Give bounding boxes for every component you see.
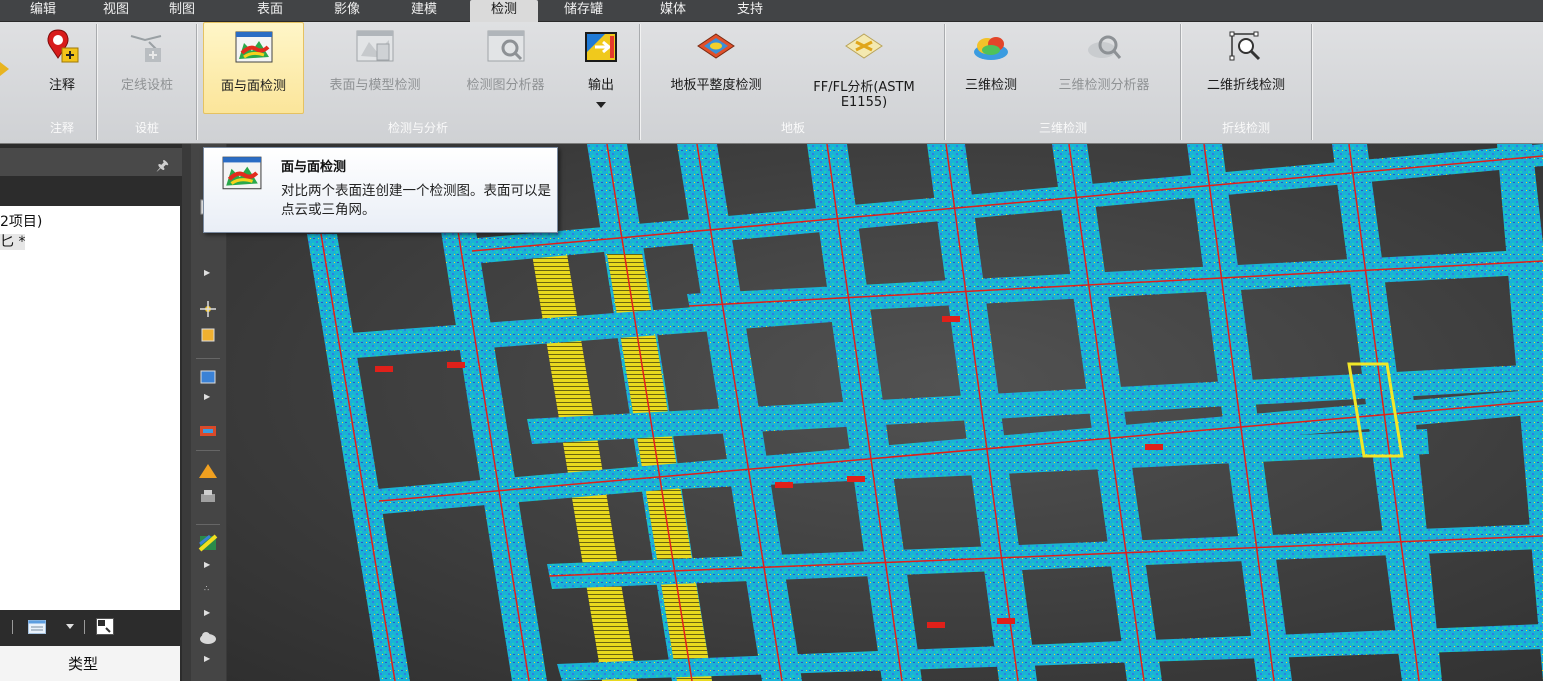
menu-surface[interactable]: 表面 xyxy=(249,0,291,22)
ribbon-separator xyxy=(96,24,97,140)
zoom-extents-icon[interactable] xyxy=(198,326,218,344)
group-label-stake: 设桩 xyxy=(134,121,159,135)
panel-toolbar xyxy=(0,614,182,640)
tooltip-description: 对比两个表面连创建一个检测图。表面可以是点云或三角网。 xyxy=(281,183,551,218)
annotate-label: 注释 xyxy=(48,78,75,93)
output-label: 输出 xyxy=(587,78,614,93)
ribbon: 注释 注释 定线设桩 设桩 面与面检测 表面与模型检测 检测图分析器 输出 检测… xyxy=(0,22,1543,144)
inspection-map-analyzer-label: 检测图分析器 xyxy=(466,78,545,93)
inspect-2d-polyline-label: 二维折线检测 xyxy=(1206,78,1285,93)
column-header-type[interactable]: 类型 xyxy=(68,653,98,674)
annotate-button[interactable]: 注释 xyxy=(34,22,90,114)
surface-to-model-label: 表面与模型检测 xyxy=(329,78,421,93)
print-icon[interactable] xyxy=(198,488,218,506)
tooltip-surface-to-surface: 面与面检测 对比两个表面连创建一个检测图。表面可以是点云或三角网。 xyxy=(203,147,558,233)
inspect-2d-polyline-button[interactable]: 二维折线检测 xyxy=(1186,22,1306,114)
list-view-icon[interactable] xyxy=(28,620,46,634)
ff-fl-analysis-label: FF/FL分析(ASTM E1155) xyxy=(788,80,940,110)
output-button[interactable]: 输出 xyxy=(570,22,632,114)
project-explorer-panel: 🖈 2项目) 匕 * 类型 xyxy=(0,144,182,681)
menu-media[interactable]: 媒体 xyxy=(652,0,694,22)
surface-to-surface-label: 面与面检测 xyxy=(220,79,286,94)
toolbar-separator xyxy=(12,620,13,634)
group-label-inspect-analyze: 检测与分析 xyxy=(387,121,448,135)
tree-item-label: 匕 * xyxy=(0,234,26,250)
expand-arrow-icon[interactable]: ▶ xyxy=(204,654,210,663)
group-label-floor: 地板 xyxy=(780,121,805,135)
pin-icon[interactable]: 🖈 xyxy=(156,155,169,179)
properties-header: 类型 xyxy=(0,646,180,681)
chevron-down-icon[interactable] xyxy=(66,624,74,629)
surface-to-surface-button[interactable]: 面与面检测 xyxy=(203,22,304,114)
menu-bar: 编辑 视图 制图 表面 影像 建模 检测 储存罐 媒体 支持 xyxy=(0,0,1543,22)
3d-cloud-icon xyxy=(974,37,1008,60)
annotation-pin-icon xyxy=(47,29,79,63)
surface-model-icon xyxy=(356,30,394,62)
expand-arrow-icon[interactable]: ▶ xyxy=(204,268,210,277)
menu-view[interactable]: 视图 xyxy=(95,0,137,22)
toolbar-separator xyxy=(196,358,220,359)
menu-imagery[interactable]: 影像 xyxy=(326,0,368,22)
group-label-polyline: 折线检测 xyxy=(1221,121,1270,135)
ff-fl-analysis-icon xyxy=(845,33,883,59)
stake-line-button[interactable]: 定线设桩 xyxy=(102,22,192,114)
surface-to-model-button[interactable]: 表面与模型检测 xyxy=(306,22,444,114)
output-export-icon xyxy=(585,32,617,62)
stake-line-icon xyxy=(130,35,162,62)
toolbar-separator xyxy=(196,450,220,451)
inspection-map-icon xyxy=(222,156,262,190)
partial-arrow-icon xyxy=(0,62,9,76)
panel-title-bar: 🖈 xyxy=(0,148,182,176)
inspection-map-analyzer-button[interactable]: 检测图分析器 xyxy=(445,22,566,114)
menu-drafting[interactable]: 制图 xyxy=(161,0,203,22)
expand-arrow-icon[interactable]: ▶ xyxy=(204,560,210,569)
ff-fl-label-line2: E1155) xyxy=(840,95,888,110)
ff-fl-analysis-button[interactable]: FF/FL分析(ASTM E1155) xyxy=(788,22,940,114)
floor-flatness-icon xyxy=(697,33,735,59)
project-tree[interactable]: 2项目) 匕 * xyxy=(0,206,180,610)
inspect-3d-analyzer-label: 三维检测分析器 xyxy=(1058,78,1150,93)
menu-inspection[interactable]: 检测 xyxy=(470,0,538,22)
inspect-3d-analyzer-button[interactable]: 三维检测分析器 xyxy=(1034,22,1174,114)
cloud-icon[interactable] xyxy=(198,628,218,646)
color-gradient-icon[interactable] xyxy=(198,534,218,552)
properties-icon[interactable] xyxy=(96,618,114,635)
ff-fl-label-line1: FF/FL分析(ASTM xyxy=(813,80,915,95)
inspect-3d-button[interactable]: 三维检测 xyxy=(950,22,1032,114)
ribbon-separator xyxy=(639,24,640,140)
orbit-icon[interactable] xyxy=(198,300,218,318)
color-render-icon[interactable] xyxy=(198,422,218,440)
menu-edit[interactable]: 编辑 xyxy=(22,0,64,22)
solid-view-icon[interactable] xyxy=(198,368,218,386)
toolbar-separator xyxy=(84,620,85,634)
expand-arrow-icon[interactable]: ▶ xyxy=(204,608,210,617)
inspection-map-icon xyxy=(235,31,272,63)
chevron-down-icon xyxy=(596,102,606,108)
map-analyzer-icon xyxy=(487,30,524,62)
menu-support[interactable]: 支持 xyxy=(729,0,771,22)
ribbon-separator xyxy=(196,24,197,140)
tooltip-title: 面与面检测 xyxy=(281,160,347,175)
tree-item-project[interactable]: 2项目) xyxy=(0,211,42,231)
stake-line-label: 定线设桩 xyxy=(120,78,173,93)
group-label-inspect-3d: 三维检测 xyxy=(1038,121,1087,135)
inspect-3d-label: 三维检测 xyxy=(964,78,1017,93)
ribbon-separator xyxy=(1180,24,1181,140)
ribbon-separator xyxy=(1311,24,1312,140)
polyline-magnifier-icon xyxy=(1229,31,1261,61)
menu-modeling[interactable]: 建模 xyxy=(403,0,445,22)
warning-icon[interactable] xyxy=(198,462,218,480)
floor-flatness-label: 地板平整度检测 xyxy=(670,78,762,93)
tree-item-pointcloud[interactable]: 匕 * xyxy=(0,231,26,251)
ribbon-separator xyxy=(944,24,945,140)
floor-flatness-button[interactable]: 地板平整度检测 xyxy=(646,22,786,114)
expand-arrow-icon[interactable]: ▶ xyxy=(204,392,210,401)
toolbar-separator xyxy=(196,524,220,525)
group-label-annotate: 注释 xyxy=(49,121,74,135)
point-size-icon[interactable]: ∴ xyxy=(204,584,209,593)
3d-analyzer-icon xyxy=(1088,35,1122,59)
menu-tanks[interactable]: 储存罐 xyxy=(556,0,611,22)
